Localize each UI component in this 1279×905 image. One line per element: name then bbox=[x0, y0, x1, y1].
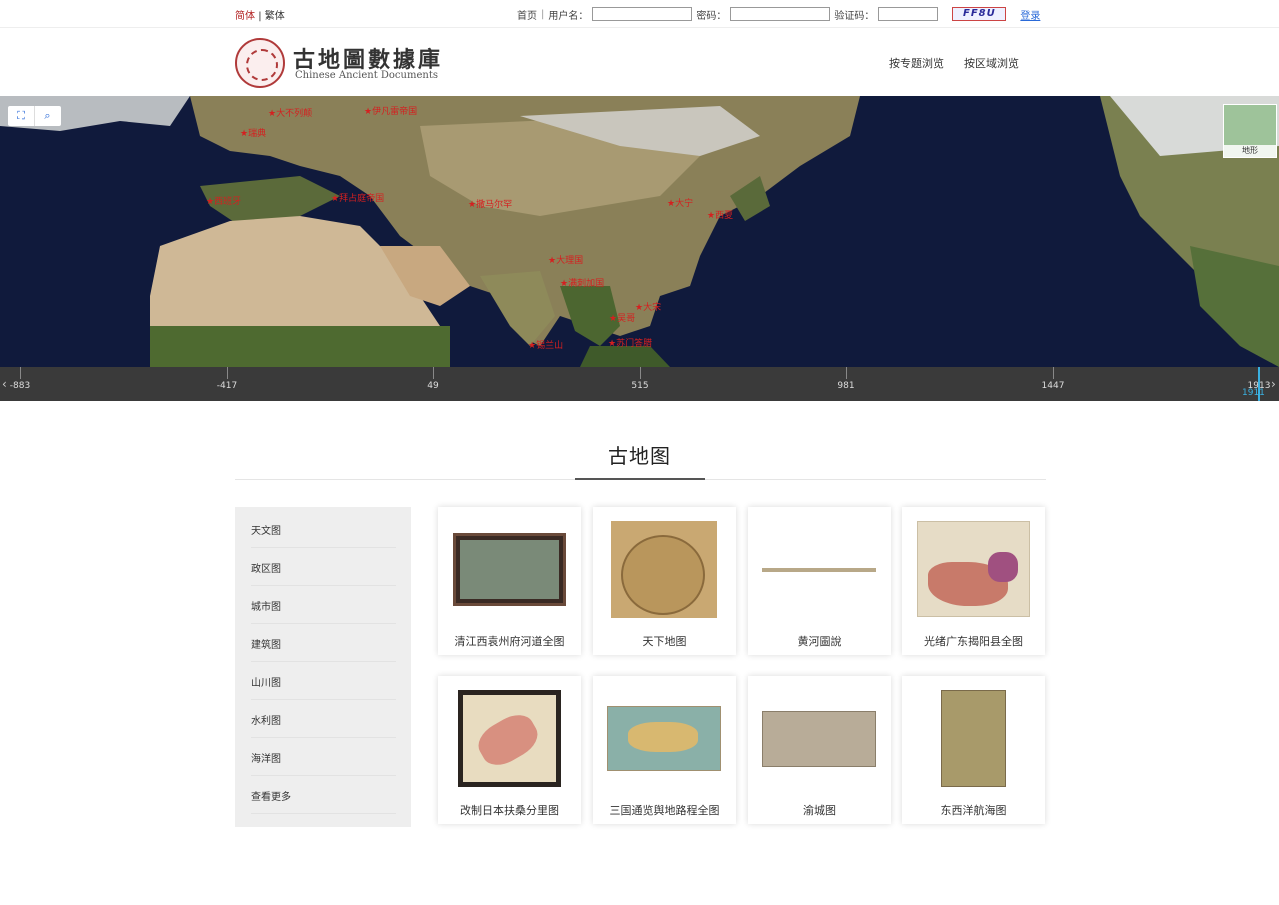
lang-simplified-link[interactable]: 简体 bbox=[235, 11, 255, 22]
map-marker[interactable]: ★拜占庭帝国 bbox=[331, 191, 384, 204]
map-card-title[interactable]: 光绪广东揭阳县全图 bbox=[902, 633, 1045, 649]
map-card[interactable]: 黄河圖說 bbox=[748, 507, 891, 655]
timeline-current-year: 1911 bbox=[1242, 388, 1265, 398]
map-marker[interactable]: ★大宁 bbox=[667, 196, 693, 209]
timeline-tick bbox=[227, 367, 228, 379]
map-card-title[interactable]: 黄河圖說 bbox=[748, 633, 891, 649]
map-marker[interactable]: ★锡兰山 bbox=[528, 338, 563, 351]
top-bar: 简体 | 繁体 首页 | 用户名： 密码： 验证码： FF8U 登录 bbox=[0, 0, 1279, 28]
timeline-tick bbox=[846, 367, 847, 379]
username-label: 用户名： bbox=[548, 10, 589, 22]
map-card-title[interactable]: 清江西袁州府河道全图 bbox=[438, 633, 581, 649]
map-thumbnail[interactable] bbox=[917, 521, 1030, 617]
map-card[interactable]: 三国通览舆地路程全图 bbox=[593, 676, 736, 824]
timeline-tick-label: 981 bbox=[837, 381, 855, 391]
map-card-title[interactable]: 东西洋航海图 bbox=[902, 802, 1045, 818]
timeline-tick-label: -883 bbox=[9, 381, 31, 391]
timeline-tick-label: 49 bbox=[427, 381, 439, 391]
timeline-tick-label: -417 bbox=[216, 381, 238, 391]
map-card-title[interactable]: 三国通览舆地路程全图 bbox=[593, 802, 736, 818]
map-marker[interactable]: ★吴哥 bbox=[609, 311, 635, 324]
timeline-tick bbox=[1053, 367, 1054, 379]
language-switch: 简体 | 繁体 bbox=[235, 7, 285, 22]
lang-divider: | bbox=[258, 11, 262, 22]
map-thumbnail[interactable] bbox=[453, 533, 566, 606]
map-marker[interactable]: ★西夏 bbox=[707, 208, 733, 221]
map-card[interactable]: 改制日本扶桑分里图 bbox=[438, 676, 581, 824]
terrain-layer-switch[interactable]: 地形 bbox=[1223, 104, 1277, 158]
map-card[interactable]: 渝城图 bbox=[748, 676, 891, 824]
sidebar-item-astronomy[interactable]: 天文图 bbox=[251, 510, 396, 548]
timeline-tick bbox=[640, 367, 641, 379]
section-title-underline bbox=[575, 478, 705, 480]
category-sidebar: 天文图 政区图 城市图 建筑图 山川图 水利图 海洋图 查看更多 bbox=[235, 507, 411, 827]
map-marker[interactable]: ★大理国 bbox=[548, 253, 583, 266]
map-thumbnail[interactable] bbox=[607, 706, 721, 771]
captcha-input[interactable] bbox=[878, 7, 939, 21]
timeline-slider[interactable]: ‹ › -883 -417 49 515 981 1447 1913 1911 bbox=[0, 367, 1279, 401]
map-card[interactable]: 东西洋航海图 bbox=[902, 676, 1045, 824]
map-terrain bbox=[0, 96, 1279, 367]
section-title: 古地图 bbox=[608, 444, 671, 468]
captcha-image[interactable]: FF8U bbox=[952, 7, 1007, 21]
sidebar-item-view-more[interactable]: 查看更多 bbox=[251, 776, 396, 814]
password-input[interactable] bbox=[730, 7, 831, 21]
map-thumbnail[interactable] bbox=[458, 690, 561, 787]
sidebar-item-city[interactable]: 城市图 bbox=[251, 586, 396, 624]
map-marker[interactable]: ★苏门答腊 bbox=[608, 336, 652, 349]
map-card[interactable]: 天下地图 bbox=[593, 507, 736, 655]
captcha-label: 验证码： bbox=[834, 10, 875, 22]
divider: | bbox=[541, 8, 545, 20]
lang-traditional-link[interactable]: 繁体 bbox=[265, 11, 285, 22]
sidebar-item-water-conservancy[interactable]: 水利图 bbox=[251, 700, 396, 738]
login-form: 首页 | 用户名： 密码： 验证码： FF8U 登录 bbox=[517, 5, 1040, 23]
timeline-tick bbox=[433, 367, 434, 379]
nav-browse-by-region[interactable]: 按区域浏览 bbox=[964, 55, 1019, 71]
world-map[interactable]: ⛶ ⌕ 地形 ★大不列颠 ★瑞典 ★伊凡雷帝国 ★西班牙 ★拜占庭帝国 ★撒马尔… bbox=[0, 96, 1279, 367]
map-thumbnail[interactable] bbox=[611, 521, 717, 618]
timeline-tick bbox=[20, 367, 21, 379]
logo-seal-icon[interactable] bbox=[235, 38, 285, 88]
map-thumbnail[interactable] bbox=[762, 711, 876, 767]
timeline-tick-label: 1447 bbox=[1041, 381, 1065, 391]
fullscreen-icon[interactable]: ⛶ bbox=[8, 106, 34, 126]
site-header: 古地圖數據庫 Chinese Ancient Documents 按专题浏览 按… bbox=[0, 28, 1279, 96]
username-input[interactable] bbox=[592, 7, 693, 21]
timeline-tick-label: 515 bbox=[631, 381, 649, 391]
map-card-title[interactable]: 渝城图 bbox=[748, 802, 891, 818]
logo-subtitle: Chinese Ancient Documents bbox=[295, 70, 438, 81]
password-label: 密码： bbox=[696, 10, 727, 22]
map-marker[interactable]: ★撒马尔罕 bbox=[468, 197, 512, 210]
search-icon[interactable]: ⌕ bbox=[34, 106, 60, 126]
map-marker[interactable]: ★大宋 bbox=[635, 300, 661, 313]
login-link[interactable]: 登录 bbox=[1020, 7, 1040, 22]
timeline-prev-icon[interactable]: ‹ bbox=[2, 377, 7, 391]
map-card-title[interactable]: 改制日本扶桑分里图 bbox=[438, 802, 581, 818]
map-card-title[interactable]: 天下地图 bbox=[593, 633, 736, 649]
map-thumbnail[interactable] bbox=[762, 568, 876, 572]
map-card[interactable]: 清江西袁州府河道全图 bbox=[438, 507, 581, 655]
sidebar-item-administrative[interactable]: 政区图 bbox=[251, 548, 396, 586]
sidebar-item-architecture[interactable]: 建筑图 bbox=[251, 624, 396, 662]
terrain-layer-label: 地形 bbox=[1224, 145, 1276, 157]
map-marker[interactable]: ★西班牙 bbox=[206, 194, 241, 207]
map-thumbnail[interactable] bbox=[941, 690, 1006, 787]
map-marker[interactable]: ★大不列颠 bbox=[268, 106, 312, 119]
main-nav: 按专题浏览 按区域浏览 bbox=[889, 55, 1019, 71]
map-controls: ⛶ ⌕ bbox=[8, 106, 61, 126]
sidebar-item-mountains-rivers[interactable]: 山川图 bbox=[251, 662, 396, 700]
map-marker[interactable]: ★伊凡雷帝国 bbox=[364, 104, 417, 117]
map-marker[interactable]: ★满刺加国 bbox=[560, 276, 604, 289]
map-marker[interactable]: ★瑞典 bbox=[240, 126, 266, 139]
map-card[interactable]: 光绪广东揭阳县全图 bbox=[902, 507, 1045, 655]
timeline-next-icon[interactable]: › bbox=[1271, 377, 1276, 391]
nav-browse-by-topic[interactable]: 按专题浏览 bbox=[889, 55, 944, 71]
home-link[interactable]: 首页 bbox=[517, 7, 537, 22]
sidebar-item-ocean[interactable]: 海洋图 bbox=[251, 738, 396, 776]
